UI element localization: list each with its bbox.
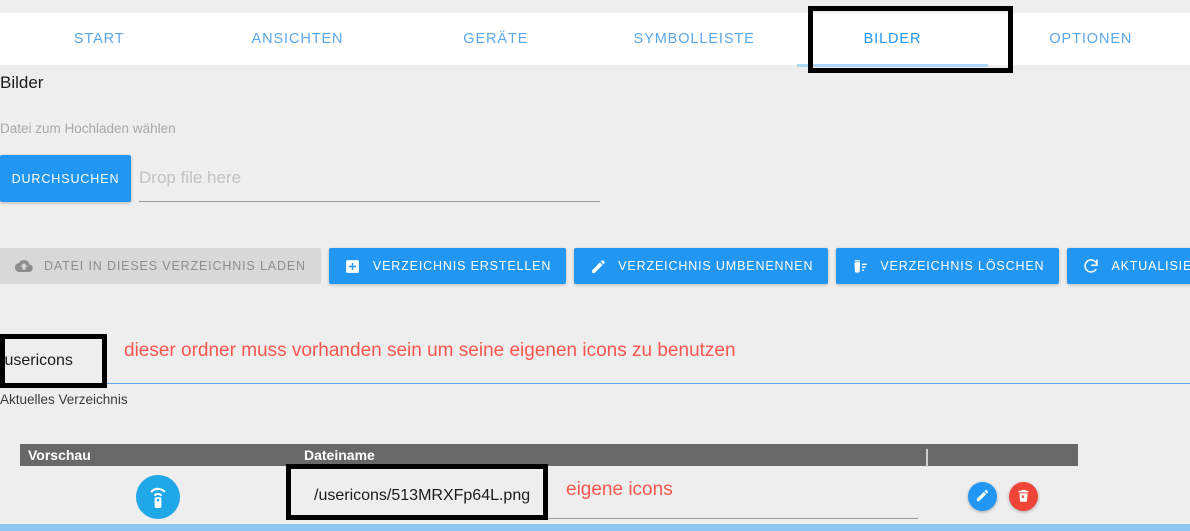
tab-label: GERÄTE — [463, 31, 529, 47]
tab-label: BILDER — [863, 31, 922, 47]
column-header-preview: Vorschau — [20, 447, 296, 463]
pencil-icon — [589, 257, 607, 275]
drop-file-input[interactable]: Drop file here — [139, 155, 600, 202]
column-header-label: Dateiname — [304, 447, 375, 463]
tab-symbolleiste[interactable]: SYMBOLLEISTE — [595, 13, 793, 65]
column-header-filename: Dateiname — [296, 447, 928, 467]
button-label: AKTUALISIEREN — [1111, 259, 1190, 273]
delete-directory-button[interactable]: VERZEICHNIS LÖSCHEN — [836, 248, 1060, 284]
cell-actions — [928, 482, 1078, 511]
directory-toolbar: DATEI IN DIESES VERZEICHNIS LADEN VERZEI… — [0, 248, 1190, 284]
create-directory-button[interactable]: VERZEICHNIS ERSTELLEN — [328, 248, 567, 284]
main-tab-bar: START ANSICHTEN GERÄTE SYMBOLLEISTE BILD… — [0, 13, 1190, 67]
window-top-strip — [0, 0, 1190, 13]
filename-value: /usericons/513MRXFp64L.png — [314, 487, 531, 504]
tab-start[interactable]: START — [0, 13, 198, 65]
upload-section-label: Datei zum Hochladen wählen — [0, 121, 176, 136]
current-directory-input[interactable]: /usericons — [0, 338, 1190, 384]
current-directory-value: /usericons — [0, 351, 73, 369]
images-settings-page: START ANSICHTEN GERÄTE SYMBOLLEISTE BILD… — [0, 0, 1190, 531]
column-header-label: Vorschau — [28, 447, 91, 463]
tab-geraete[interactable]: GERÄTE — [397, 13, 595, 65]
page-title: Bilder — [0, 73, 44, 92]
refresh-icon — [1082, 257, 1100, 275]
button-label: DATEI IN DIESES VERZEICHNIS LADEN — [44, 259, 306, 273]
tab-label: ANSICHTEN — [251, 31, 344, 47]
drop-file-placeholder: Drop file here — [139, 168, 242, 187]
tab-label: SYMBOLLEISTE — [633, 31, 755, 47]
cell-preview — [20, 474, 296, 519]
button-label: VERZEICHNIS UMBENENNEN — [618, 259, 814, 273]
delete-file-button[interactable] — [1009, 482, 1038, 511]
column-resize-handle[interactable] — [926, 449, 928, 467]
button-label: VERZEICHNIS ERSTELLEN — [372, 259, 552, 273]
table-header-row: Vorschau Dateiname — [20, 444, 1078, 467]
refresh-button[interactable]: AKTUALISIEREN — [1067, 248, 1190, 284]
rename-directory-button[interactable]: VERZEICHNIS UMBENENNEN — [574, 248, 829, 284]
file-table: Vorschau Dateiname /usericons/513MRXFp64… — [20, 444, 1078, 528]
tab-ansichten[interactable]: ANSICHTEN — [198, 13, 396, 65]
tab-label: OPTIONEN — [1049, 31, 1133, 47]
edit-file-button[interactable] — [968, 482, 997, 511]
upload-to-directory-button[interactable]: DATEI IN DIESES VERZEICHNIS LADEN — [0, 248, 321, 284]
cloud-upload-icon — [15, 257, 33, 275]
browse-button[interactable]: DURCHSUCHEN — [0, 155, 131, 202]
pencil-icon — [975, 488, 990, 506]
bottom-accent-bar — [0, 524, 1190, 531]
table-row: /usericons/513MRXFp64L.png — [20, 466, 1078, 528]
tab-optionen[interactable]: OPTIONEN — [992, 13, 1190, 65]
filename-input[interactable]: /usericons/513MRXFp64L.png — [306, 475, 918, 519]
tab-bilder[interactable]: BILDER — [793, 13, 991, 67]
trash-list-icon — [851, 257, 869, 275]
trash-icon — [1016, 488, 1031, 506]
tab-label: START — [73, 31, 125, 47]
plus-box-icon — [344, 257, 362, 275]
button-label: VERZEICHNIS LÖSCHEN — [880, 259, 1045, 273]
remote-control-icon — [136, 474, 180, 519]
current-directory-hint: Aktuelles Verzeichnis — [0, 392, 128, 407]
cell-filename: /usericons/513MRXFp64L.png — [296, 475, 928, 519]
